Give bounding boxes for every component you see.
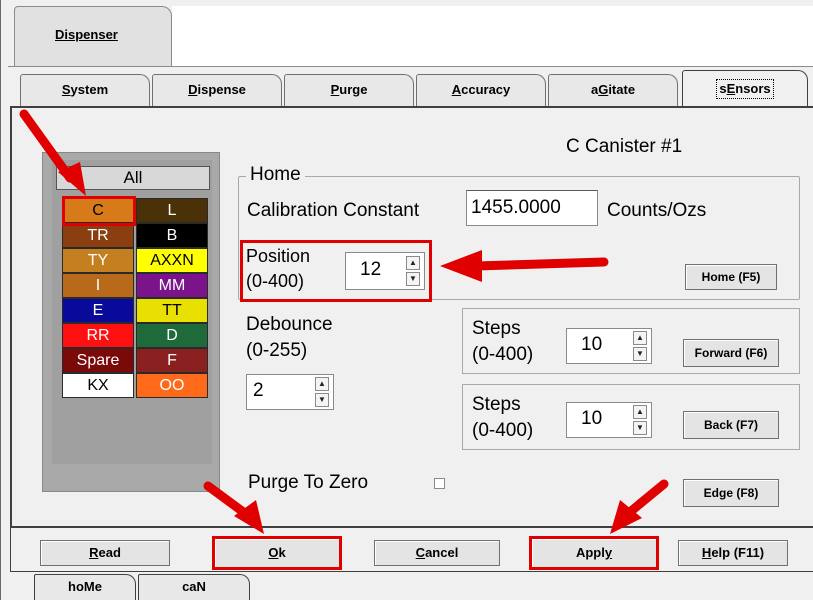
tab-sensors-label: nsors xyxy=(735,81,771,96)
canister-cell-f[interactable]: F xyxy=(136,348,208,373)
help-label: elp (F11) xyxy=(711,545,765,560)
tab-home-mnemonic: M xyxy=(83,579,95,594)
tab-dispense-label: ispense xyxy=(197,82,246,97)
tab-accuracy[interactable]: Accuracy xyxy=(416,74,546,106)
canister-cell-l[interactable]: L xyxy=(136,198,208,223)
apply-highlight-box xyxy=(529,536,659,570)
tab-purge-mnemonic: P xyxy=(330,82,340,97)
canister-cell-mm[interactable]: MM xyxy=(136,273,208,298)
canister-c-highlight-box xyxy=(62,196,136,226)
edge-button[interactable]: Edge (F8) xyxy=(683,479,779,507)
purge-to-zero-checkbox[interactable] xyxy=(434,478,445,489)
canister-cell-rr[interactable]: RR xyxy=(62,323,134,348)
tab-purge[interactable]: Purge xyxy=(284,74,414,106)
tab-system-mnemonic: S xyxy=(61,82,71,97)
canister-cell-i[interactable]: I xyxy=(62,273,134,298)
calibration-unit-label: Counts/Ozs xyxy=(607,200,707,221)
debounce-range-label: (0-255) xyxy=(246,340,308,361)
top-tab-strip-bg xyxy=(172,6,813,66)
read-button[interactable]: Read xyxy=(40,540,170,566)
tab-can-mnemonic: N xyxy=(196,579,206,594)
cancel-button[interactable]: Cancel xyxy=(374,540,500,566)
canister-cell-tt[interactable]: TT xyxy=(136,298,208,323)
tab-dispense[interactable]: Dispense xyxy=(152,74,282,106)
canister-cell-oo[interactable]: OO xyxy=(136,373,208,398)
forward-steps-range: (0-400) xyxy=(472,344,534,365)
tab-purge-label: urge xyxy=(339,82,368,97)
forward-steps-label: Steps xyxy=(472,318,521,339)
debounce-down-icon[interactable]: ▼ xyxy=(315,393,329,407)
canister-cell-d[interactable]: D xyxy=(136,323,208,348)
canister-cell-tr[interactable]: TR xyxy=(62,223,134,248)
canister-cell-kx[interactable]: KX xyxy=(62,373,134,398)
home-button[interactable]: Home (F5) xyxy=(685,264,777,290)
tab-accuracy-mnemonic: A xyxy=(451,82,462,97)
back-steps-value: 10 xyxy=(581,408,603,429)
tab-sensors-prefix: s xyxy=(719,81,727,96)
debounce-value: 2 xyxy=(253,380,264,401)
canister-cell-axxn[interactable]: AXXN xyxy=(136,248,208,273)
tab-dispenser-label: Dispenser xyxy=(55,27,118,42)
tab-sensors-mnemonic: E xyxy=(726,81,736,96)
tab-can-prefix: ca xyxy=(182,579,197,594)
tab-dispenser[interactable]: Dispenser xyxy=(14,6,172,66)
debounce-stepper[interactable]: 2 ▲ ▼ xyxy=(246,374,334,410)
tab-home-label: e xyxy=(94,579,102,594)
cancel-mnemonic: C xyxy=(415,545,426,560)
position-highlight-box xyxy=(240,240,432,302)
tab-accuracy-label: ccuracy xyxy=(461,82,511,97)
back-steps-label: Steps xyxy=(472,394,521,415)
debounce-up-icon[interactable]: ▲ xyxy=(315,377,329,391)
tab-agitate-mnemonic: G xyxy=(598,82,609,97)
cancel-label: ancel xyxy=(425,545,459,560)
back-steps-range: (0-400) xyxy=(472,420,534,441)
forward-steps-stepper[interactable]: 10 ▲ ▼ xyxy=(566,328,652,364)
canister-cell-spare[interactable]: Spare xyxy=(62,348,134,373)
tab-sensors[interactable]: sEnsors xyxy=(682,70,808,110)
debounce-label: Debounce xyxy=(246,314,333,335)
back-up-icon[interactable]: ▲ xyxy=(633,405,647,419)
help-mnemonic: H xyxy=(701,545,712,560)
read-label: ead xyxy=(98,545,121,560)
tab-system[interactable]: System xyxy=(20,74,150,106)
canister-cell-e[interactable]: E xyxy=(62,298,134,323)
canister-cell-ty[interactable]: TY xyxy=(62,248,134,273)
calibration-constant-label: Calibration Constant xyxy=(247,200,420,221)
forward-button[interactable]: Forward (F6) xyxy=(683,339,779,367)
tab-home-prefix: ho xyxy=(68,579,84,594)
tab-agitate-label: itate xyxy=(608,82,636,97)
tab-system-label: ystem xyxy=(70,82,109,97)
help-button[interactable]: Help (F11) xyxy=(678,540,788,566)
tab-can[interactable]: caN xyxy=(138,574,250,600)
calibration-constant-field[interactable]: 1455.0000 xyxy=(466,190,598,226)
ok-highlight-box xyxy=(212,536,342,570)
forward-steps-value: 10 xyxy=(581,334,603,355)
canister-all-button[interactable]: All xyxy=(56,166,210,190)
home-group-legend: Home xyxy=(246,164,305,186)
canister-cell-b[interactable]: B xyxy=(136,223,208,248)
back-steps-stepper[interactable]: 10 ▲ ▼ xyxy=(566,402,652,438)
back-button[interactable]: Back (F7) xyxy=(683,411,779,439)
tab-agitate[interactable]: aGitate xyxy=(548,74,678,106)
tab-home[interactable]: hoMe xyxy=(34,574,136,600)
tab-sensors-focus: sEnsors xyxy=(716,79,774,99)
forward-down-icon[interactable]: ▼ xyxy=(633,347,647,361)
purge-to-zero-label: Purge To Zero xyxy=(248,472,369,493)
canister-title: C Canister #1 xyxy=(566,136,683,157)
back-down-icon[interactable]: ▼ xyxy=(633,421,647,435)
forward-up-icon[interactable]: ▲ xyxy=(633,331,647,345)
